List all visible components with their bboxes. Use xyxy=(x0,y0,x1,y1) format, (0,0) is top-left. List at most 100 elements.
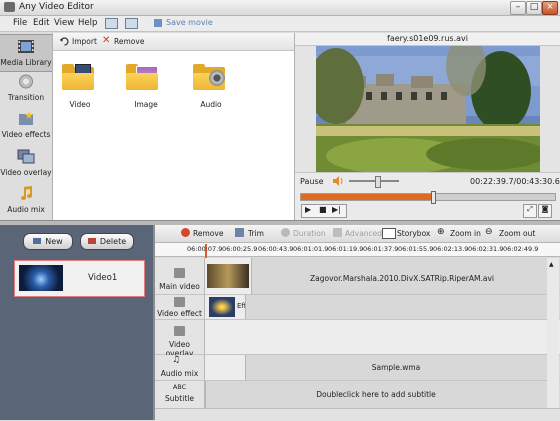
subtitle-drop-area[interactable]: Doubleclick here to add subtitle xyxy=(205,381,560,408)
sidebar-item-label: Video overlay xyxy=(0,168,52,177)
volume-slider[interactable] xyxy=(349,176,399,188)
minimize-button[interactable]: – xyxy=(510,1,526,15)
storybox-button[interactable]: Storybox xyxy=(397,229,430,238)
maximize-button[interactable]: □ xyxy=(526,1,542,15)
track-audio-mix[interactable]: Sample.wma xyxy=(205,355,560,381)
delete-button[interactable]: Delete xyxy=(80,233,134,250)
fullscreen-icon[interactable] xyxy=(125,18,138,29)
zoom-out-button[interactable]: Zoom out xyxy=(499,229,535,238)
track-label-main-video: Main video xyxy=(155,258,205,295)
import-icon xyxy=(60,37,69,46)
media-library-panel xyxy=(53,33,295,220)
save-movie-button[interactable]: Save movie xyxy=(166,18,213,27)
menu-file[interactable]: File xyxy=(13,18,27,28)
advanced-button[interactable]: Advanced xyxy=(345,229,382,238)
scroll-up-arrow[interactable]: ▲ xyxy=(549,261,557,269)
seek-bar[interactable] xyxy=(300,191,556,204)
fullscreen-icon[interactable]: ⤢ xyxy=(523,204,537,218)
effects-icon xyxy=(19,111,33,125)
track-label-subtitle: ABC Subtitle xyxy=(155,381,205,409)
effect-thumbnail xyxy=(209,297,235,317)
ruler-tick: 06:01:37.9 xyxy=(363,245,399,253)
close-button[interactable]: × xyxy=(542,1,558,15)
menu-edit[interactable]: Edit xyxy=(33,18,49,28)
ruler-tick: 06:02:31.9 xyxy=(468,245,504,253)
remove-icon: ✕ xyxy=(102,35,111,46)
screen-icon[interactable] xyxy=(105,18,118,29)
video-folder[interactable] xyxy=(62,64,94,90)
ruler-tick: 06:01:01.9 xyxy=(293,245,329,253)
track-label-video-effect: Video effect xyxy=(155,295,205,320)
track-video-effect[interactable]: Eff xyxy=(205,295,560,320)
folder-label-audio: Audio xyxy=(200,100,222,109)
timeline-remove-button[interactable]: Remove xyxy=(193,229,223,238)
snapshot-icon[interactable]: ◙ xyxy=(538,204,552,218)
title-bar: Any Video Editor – □ × xyxy=(0,0,560,16)
trim-button[interactable]: Trim xyxy=(248,229,264,238)
remove-clip-icon xyxy=(181,228,190,237)
menu-view[interactable]: View xyxy=(54,18,74,28)
preview-filename: faery.s01e09.rus.avi xyxy=(295,33,560,46)
next-frame-button[interactable]: ▶| xyxy=(332,205,341,214)
delete-icon xyxy=(87,238,96,244)
sidebar-item-video-overlay[interactable]: Video overlay xyxy=(0,148,52,182)
playback-controls: Pause 00:22:39.7/00:43:30.6 ▶ ■ ▶| ⤢ ◙ xyxy=(295,172,560,221)
new-label: New xyxy=(45,237,63,246)
ruler-tick: 06:00:43.9 xyxy=(258,245,294,253)
play-button[interactable]: ▶ xyxy=(305,205,311,214)
track-video-overlay[interactable] xyxy=(205,320,560,355)
import-button[interactable]: Import xyxy=(72,37,97,46)
video-frame-image xyxy=(316,46,540,172)
audio-folder[interactable] xyxy=(193,64,225,90)
video-preview[interactable] xyxy=(316,46,540,172)
current-time: 00:22:39.7/00:43:30.6 xyxy=(470,177,560,186)
project-item[interactable]: Video1 xyxy=(14,260,145,297)
window-title: Any Video Editor xyxy=(19,2,94,12)
main-video-clip[interactable]: Zagovor.Marshala.2010.DivX.SATRip.RiperA… xyxy=(251,258,560,294)
ruler-tick: 06:02:13.9 xyxy=(433,245,469,253)
save-icon[interactable] xyxy=(154,19,162,27)
seek-knob[interactable] xyxy=(431,191,436,204)
image-folder[interactable] xyxy=(126,64,158,90)
track-label-text: Audio mix xyxy=(160,369,199,378)
volume-icon[interactable] xyxy=(333,176,344,186)
track-label-text: Subtitle xyxy=(165,394,194,403)
track-label-video-overlay: Video overlay xyxy=(155,320,205,358)
track-main-video[interactable]: Zagovor.Marshala.2010.DivX.SATRip.RiperA… xyxy=(205,258,560,295)
menu-bar: File Edit View Help Save movie xyxy=(0,16,560,32)
effect-track-area[interactable] xyxy=(245,295,560,319)
film-icon xyxy=(18,40,34,53)
playback-state: Pause xyxy=(300,177,324,186)
duration-button[interactable]: Duration xyxy=(293,229,326,238)
timeline-horizontal-scrollbar[interactable] xyxy=(155,408,560,421)
sidebar-item-audio-mix[interactable]: Audio mix xyxy=(0,186,52,219)
music-icon: ♫ xyxy=(172,355,181,365)
ruler-tick: 06:00:25.9 xyxy=(222,245,258,253)
sidebar-item-video-effects[interactable]: Video effects xyxy=(0,110,52,144)
overlay-icon xyxy=(17,149,35,164)
track-label-text: Main video xyxy=(159,282,200,291)
remove-button[interactable]: Remove xyxy=(114,37,144,46)
stop-button[interactable]: ■ xyxy=(319,205,327,214)
timeline-scrollbar[interactable]: ▲ ▼ xyxy=(547,258,559,420)
sidebar-item-transition[interactable]: Transition xyxy=(0,72,52,106)
sidebar-item-label: Transition xyxy=(7,93,45,102)
sidebar-item-media-library[interactable]: Media Library xyxy=(0,34,52,72)
subtitle-icon: ABC xyxy=(172,383,187,391)
ruler-tick: 06:01:55.9 xyxy=(398,245,434,253)
volume-knob[interactable] xyxy=(375,176,381,188)
library-toolbar: Import ✕ Remove xyxy=(53,33,294,51)
trim-icon xyxy=(235,228,244,237)
new-button[interactable]: New xyxy=(23,233,73,250)
menu-help[interactable]: Help xyxy=(78,18,97,28)
track-subtitle[interactable]: Doubleclick here to add subtitle xyxy=(205,381,560,409)
zoom-in-button[interactable]: Zoom in xyxy=(450,229,481,238)
effects-icon xyxy=(174,297,185,307)
sidebar-item-label: Media Library xyxy=(0,58,52,67)
folder-label-video: Video xyxy=(69,100,91,109)
transition-icon xyxy=(19,74,33,89)
sidebar-item-label: Video effects xyxy=(1,130,51,139)
ruler-tick: 06:00:07.9 xyxy=(187,245,223,253)
zoom-out-icon: ⊖ xyxy=(485,227,493,237)
audio-clip[interactable]: Sample.wma xyxy=(245,355,560,380)
